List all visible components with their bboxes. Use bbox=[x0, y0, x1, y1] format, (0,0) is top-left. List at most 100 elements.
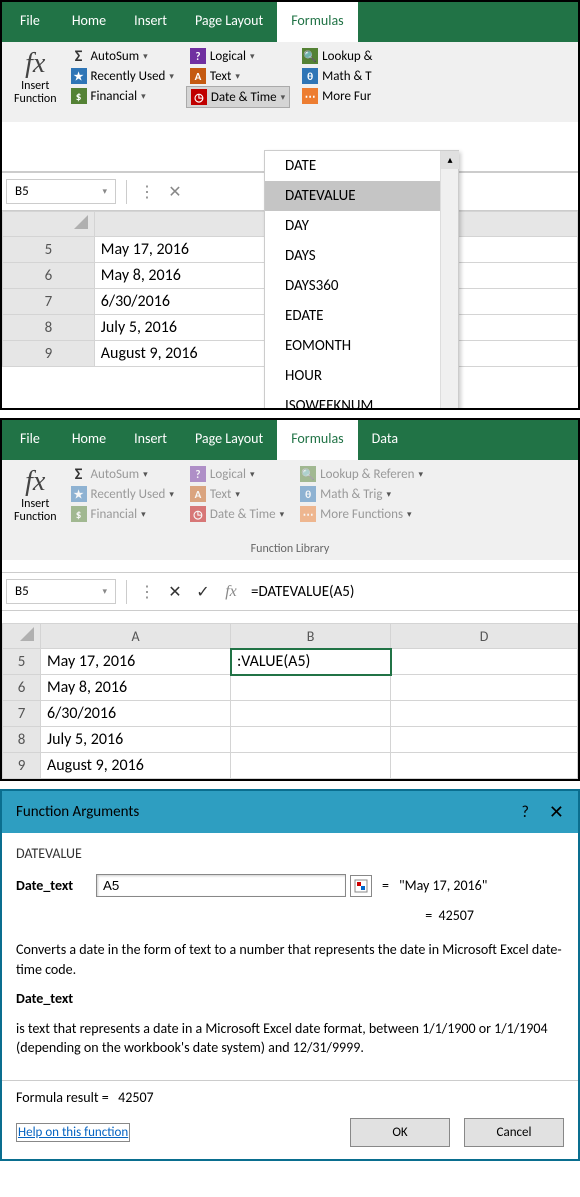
autosum-button[interactable]: ΣAutoSum▾ bbox=[67, 46, 178, 66]
cell[interactable]: July 5, 2016 bbox=[41, 727, 231, 753]
dialog-titlebar[interactable]: Function Arguments ? ✕ bbox=[2, 791, 578, 833]
tab-home[interactable]: Home bbox=[58, 420, 120, 460]
math-button[interactable]: θMath & Trig▾ bbox=[296, 484, 427, 504]
row-header[interactable]: 8 bbox=[3, 727, 41, 753]
fx-icon[interactable]: fx bbox=[217, 581, 245, 603]
autosum-button[interactable]: ΣAutoSum▾ bbox=[67, 464, 178, 484]
cell[interactable]: 6/30/2016 bbox=[41, 701, 231, 727]
recent-label: Recently Used bbox=[91, 487, 166, 502]
chevron-down-icon[interactable]: ▾ bbox=[102, 586, 107, 597]
help-on-function-link[interactable]: Help on this function bbox=[16, 1123, 130, 1142]
row-header[interactable]: 6 bbox=[3, 675, 41, 701]
cell[interactable] bbox=[391, 753, 578, 779]
cell[interactable] bbox=[391, 649, 578, 675]
cell[interactable]: August 9, 2016 bbox=[41, 753, 231, 779]
lookup-button[interactable]: 🔍Lookup & bbox=[298, 46, 376, 66]
formula-cancel-button[interactable]: ✕ bbox=[161, 180, 189, 204]
more-functions-button[interactable]: ⋯More Functions▾ bbox=[296, 504, 427, 524]
date-text-input[interactable] bbox=[96, 874, 346, 897]
col-header-d[interactable]: D bbox=[391, 624, 578, 649]
select-all-corner[interactable] bbox=[3, 212, 95, 237]
financial-button[interactable]: $Financial▾ bbox=[67, 504, 178, 524]
row-header[interactable]: 5 bbox=[3, 649, 41, 675]
tab-home[interactable]: Home bbox=[58, 2, 120, 42]
date-time-button[interactable]: ◷Date & Time▾ bbox=[186, 86, 290, 108]
col-header-a[interactable]: A bbox=[41, 624, 231, 649]
formula-expand-button[interactable]: ⋮ bbox=[133, 180, 161, 204]
tab-page-layout[interactable]: Page Layout bbox=[181, 420, 277, 460]
formula-enter-button[interactable]: ✓ bbox=[189, 580, 217, 604]
range-picker-button[interactable] bbox=[350, 875, 372, 897]
scroll-up-icon[interactable]: ▴ bbox=[441, 151, 459, 169]
recently-used-button[interactable]: ★Recently Used▾ bbox=[67, 66, 178, 86]
cell[interactable]: May 8, 2016 bbox=[41, 675, 231, 701]
close-icon[interactable]: ✕ bbox=[549, 801, 564, 823]
tab-insert[interactable]: Insert bbox=[120, 420, 181, 460]
tab-formulas[interactable]: Formulas bbox=[277, 2, 357, 42]
cancel-button[interactable]: Cancel bbox=[464, 1118, 564, 1147]
row-header[interactable]: 9 bbox=[3, 341, 95, 367]
clock-icon: ◷ bbox=[190, 506, 206, 522]
text-button[interactable]: AText▾ bbox=[186, 66, 290, 86]
math-button[interactable]: θMath & T bbox=[298, 66, 376, 86]
dropdown-item[interactable]: DATEVALUE bbox=[265, 181, 458, 211]
text-button[interactable]: AText▾ bbox=[186, 484, 288, 504]
caret-icon: ▾ bbox=[235, 71, 240, 82]
logical-button[interactable]: ?Logical▾ bbox=[186, 464, 288, 484]
select-all-corner[interactable] bbox=[3, 624, 41, 649]
tab-data[interactable]: Data bbox=[358, 420, 412, 460]
tab-page-layout[interactable]: Page Layout bbox=[181, 2, 277, 42]
ok-button[interactable]: OK bbox=[350, 1118, 450, 1147]
dropdown-item[interactable]: HOUR bbox=[265, 361, 458, 391]
dropdown-item[interactable]: DAYS bbox=[265, 241, 458, 271]
dialog-title: Function Arguments bbox=[16, 803, 521, 821]
financial-button[interactable]: $Financial▾ bbox=[67, 86, 178, 106]
dropdown-item[interactable]: DATE bbox=[265, 151, 458, 181]
row-header[interactable]: 9 bbox=[3, 753, 41, 779]
financial-label: Financial bbox=[91, 507, 138, 522]
cell[interactable] bbox=[231, 675, 391, 701]
arg-name-bold: Date_text bbox=[16, 990, 73, 1007]
dropdown-scrollbar[interactable]: ▴ bbox=[440, 151, 458, 410]
cell[interactable] bbox=[391, 701, 578, 727]
chevron-down-icon[interactable]: ▾ bbox=[102, 186, 107, 197]
cell[interactable] bbox=[231, 753, 391, 779]
insert-function-button[interactable]: fx Insert Function bbox=[8, 464, 63, 538]
formula-input[interactable]: =DATEVALUE(A5) bbox=[245, 579, 578, 605]
lookup-button[interactable]: 🔍Lookup & Referen▾ bbox=[296, 464, 427, 484]
cell[interactable] bbox=[391, 675, 578, 701]
tab-file[interactable]: File bbox=[2, 420, 58, 460]
dropdown-item[interactable]: EDATE bbox=[265, 301, 458, 331]
cell-active[interactable]: :VALUE(A5) bbox=[231, 649, 391, 675]
formula-expand-button[interactable]: ⋮ bbox=[133, 580, 161, 604]
cell[interactable] bbox=[231, 701, 391, 727]
financial-icon: $ bbox=[71, 506, 87, 522]
dropdown-item[interactable]: ISOWEEKNUM bbox=[265, 391, 458, 410]
row-header[interactable]: 8 bbox=[3, 315, 95, 341]
dropdown-item[interactable]: DAYS360 bbox=[265, 271, 458, 301]
tab-formulas[interactable]: Formulas bbox=[277, 420, 357, 460]
tab-insert[interactable]: Insert bbox=[120, 2, 181, 42]
recently-used-button[interactable]: ★Recently Used▾ bbox=[67, 484, 178, 504]
dropdown-item[interactable]: EOMONTH bbox=[265, 331, 458, 361]
col-header-b[interactable]: B bbox=[231, 624, 391, 649]
insert-function-button[interactable]: fx Insert Function bbox=[8, 46, 63, 120]
caret-icon: ▾ bbox=[169, 71, 174, 82]
tab-file[interactable]: File bbox=[2, 2, 58, 42]
row-header[interactable]: 7 bbox=[3, 289, 95, 315]
more-functions-button[interactable]: ⋯More Fur bbox=[298, 86, 376, 106]
cell[interactable] bbox=[231, 727, 391, 753]
cell[interactable]: May 17, 2016 bbox=[41, 649, 231, 675]
row-header[interactable]: 6 bbox=[3, 263, 95, 289]
date-time-button[interactable]: ◷Date & Time▾ bbox=[186, 504, 288, 524]
logical-button[interactable]: ?Logical▾ bbox=[186, 46, 290, 66]
cell[interactable] bbox=[391, 727, 578, 753]
name-box[interactable]: B5 ▾ bbox=[6, 579, 116, 604]
name-box[interactable]: B5 ▾ bbox=[6, 179, 116, 204]
spreadsheet-grid[interactable]: A B D 5May 17, 2016:VALUE(A5) 6May 8, 20… bbox=[2, 623, 578, 779]
help-icon[interactable]: ? bbox=[521, 803, 528, 822]
row-header[interactable]: 7 bbox=[3, 701, 41, 727]
formula-cancel-button[interactable]: ✕ bbox=[161, 580, 189, 604]
row-header[interactable]: 5 bbox=[3, 237, 95, 263]
dropdown-item[interactable]: DAY bbox=[265, 211, 458, 241]
